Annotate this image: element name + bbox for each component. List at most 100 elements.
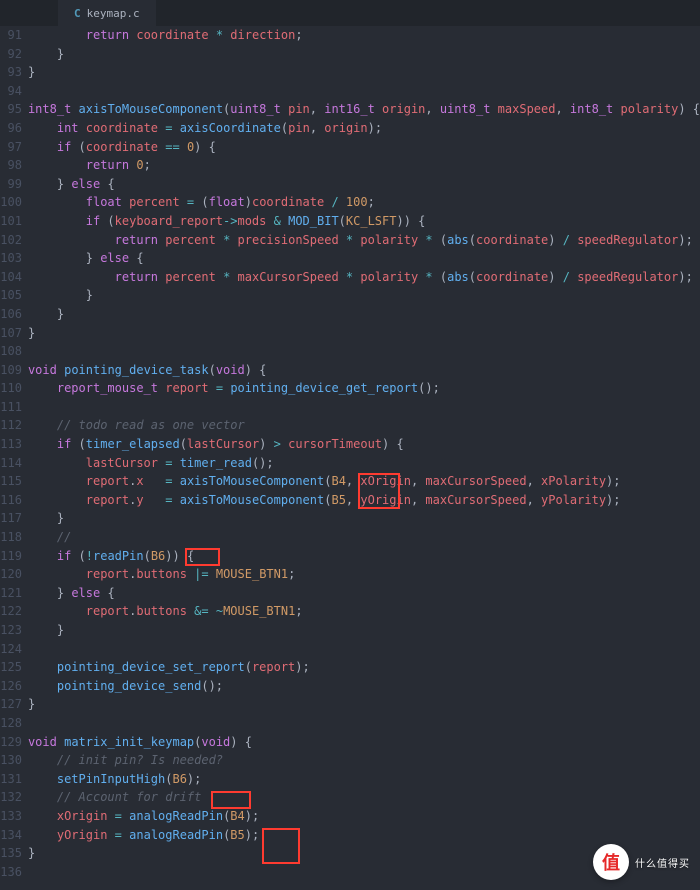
code-line[interactable]: } [28, 621, 700, 640]
line-number: 118 [0, 528, 22, 547]
code-line[interactable]: } [28, 45, 700, 64]
line-number: 114 [0, 454, 22, 473]
code-line[interactable]: // Account for drift [28, 788, 700, 807]
line-number: 112 [0, 416, 22, 435]
line-gutter: 9192939495969798991001011021031041051061… [0, 26, 28, 890]
line-number: 117 [0, 509, 22, 528]
code-line[interactable]: // todo read as one vector [28, 416, 700, 435]
line-number: 105 [0, 286, 22, 305]
code-line[interactable]: int8_t axisToMouseComponent(uint8_t pin,… [28, 100, 700, 119]
line-number: 92 [0, 45, 22, 64]
watermark-icon: 值 [593, 844, 629, 880]
line-number: 93 [0, 63, 22, 82]
code-line[interactable] [28, 342, 700, 361]
code-line[interactable]: float percent = (float)coordinate / 100; [28, 193, 700, 212]
code-line[interactable]: } [28, 305, 700, 324]
code-line[interactable] [28, 640, 700, 659]
code-line[interactable]: } else { [28, 249, 700, 268]
line-number: 135 [0, 844, 22, 863]
line-number: 126 [0, 677, 22, 696]
line-number: 119 [0, 547, 22, 566]
code-line[interactable]: } else { [28, 175, 700, 194]
line-number: 134 [0, 826, 22, 845]
line-number: 133 [0, 807, 22, 826]
editor[interactable]: 9192939495969798991001011021031041051061… [0, 26, 700, 890]
line-number: 130 [0, 751, 22, 770]
code-line[interactable]: } [28, 63, 700, 82]
line-number: 113 [0, 435, 22, 454]
code-line[interactable]: } [28, 324, 700, 343]
code-line[interactable]: if (keyboard_report->mods & MOD_BIT(KC_L… [28, 212, 700, 231]
code-line[interactable]: pointing_device_set_report(report); [28, 658, 700, 677]
code-line[interactable]: yOrigin = analogReadPin(B5); [28, 826, 700, 845]
code-line[interactable]: } [28, 286, 700, 305]
tab-title: keymap.c [87, 7, 140, 20]
line-number: 124 [0, 640, 22, 659]
line-number: 96 [0, 119, 22, 138]
code-line[interactable]: report_mouse_t report = pointing_device_… [28, 379, 700, 398]
code-line[interactable]: report.x = axisToMouseComponent(B4, xOri… [28, 472, 700, 491]
line-number: 128 [0, 714, 22, 733]
code-line[interactable]: if (!readPin(B6)) { [28, 547, 700, 566]
line-number: 94 [0, 82, 22, 101]
line-number: 104 [0, 268, 22, 287]
line-number: 109 [0, 361, 22, 380]
line-number: 108 [0, 342, 22, 361]
line-number: 132 [0, 788, 22, 807]
line-number: 95 [0, 100, 22, 119]
code-area[interactable]: return coordinate * direction; }} int8_t … [28, 26, 700, 890]
code-line[interactable]: return percent * precisionSpeed * polari… [28, 231, 700, 250]
line-number: 98 [0, 156, 22, 175]
line-number: 99 [0, 175, 22, 194]
code-line[interactable] [28, 398, 700, 417]
tab-bar: C keymap.c [0, 0, 700, 26]
line-number: 101 [0, 212, 22, 231]
line-number: 103 [0, 249, 22, 268]
line-number: 121 [0, 584, 22, 603]
code-line[interactable]: return coordinate * direction; [28, 26, 700, 45]
code-line[interactable]: return 0; [28, 156, 700, 175]
code-line[interactable]: xOrigin = analogReadPin(B4); [28, 807, 700, 826]
watermark: 值 什么值得买 [593, 844, 690, 880]
code-line[interactable]: lastCursor = timer_read(); [28, 454, 700, 473]
line-number: 107 [0, 324, 22, 343]
line-number: 125 [0, 658, 22, 677]
line-number: 116 [0, 491, 22, 510]
code-line[interactable]: setPinInputHigh(B6); [28, 770, 700, 789]
code-line[interactable]: void matrix_init_keymap(void) { [28, 733, 700, 752]
line-number: 115 [0, 472, 22, 491]
code-line[interactable]: if (timer_elapsed(lastCursor) > cursorTi… [28, 435, 700, 454]
code-line[interactable]: } [28, 695, 700, 714]
code-line[interactable]: } else { [28, 584, 700, 603]
line-number: 127 [0, 695, 22, 714]
line-number: 97 [0, 138, 22, 157]
line-number: 91 [0, 26, 22, 45]
line-number: 110 [0, 379, 22, 398]
line-number: 129 [0, 733, 22, 752]
line-number: 123 [0, 621, 22, 640]
code-line[interactable]: report.buttons |= MOUSE_BTN1; [28, 565, 700, 584]
code-line[interactable]: // [28, 528, 700, 547]
line-number: 102 [0, 231, 22, 250]
line-number: 122 [0, 602, 22, 621]
c-file-icon: C [74, 7, 81, 20]
code-line[interactable]: pointing_device_send(); [28, 677, 700, 696]
line-number: 111 [0, 398, 22, 417]
code-line[interactable]: void pointing_device_task(void) { [28, 361, 700, 380]
code-line[interactable]: int coordinate = axisCoordinate(pin, ori… [28, 119, 700, 138]
code-line[interactable] [28, 82, 700, 101]
code-line[interactable]: // init pin? Is needed? [28, 751, 700, 770]
code-line[interactable]: } [28, 509, 700, 528]
line-number: 106 [0, 305, 22, 324]
code-line[interactable] [28, 714, 700, 733]
code-line[interactable]: report.y = axisToMouseComponent(B5, yOri… [28, 491, 700, 510]
line-number: 100 [0, 193, 22, 212]
code-line[interactable]: return percent * maxCursorSpeed * polari… [28, 268, 700, 287]
watermark-text: 什么值得买 [635, 855, 690, 870]
code-line[interactable]: report.buttons &= ~MOUSE_BTN1; [28, 602, 700, 621]
line-number: 120 [0, 565, 22, 584]
line-number: 136 [0, 863, 22, 882]
code-line[interactable]: if (coordinate == 0) { [28, 138, 700, 157]
line-number: 131 [0, 770, 22, 789]
file-tab[interactable]: C keymap.c [58, 0, 156, 26]
